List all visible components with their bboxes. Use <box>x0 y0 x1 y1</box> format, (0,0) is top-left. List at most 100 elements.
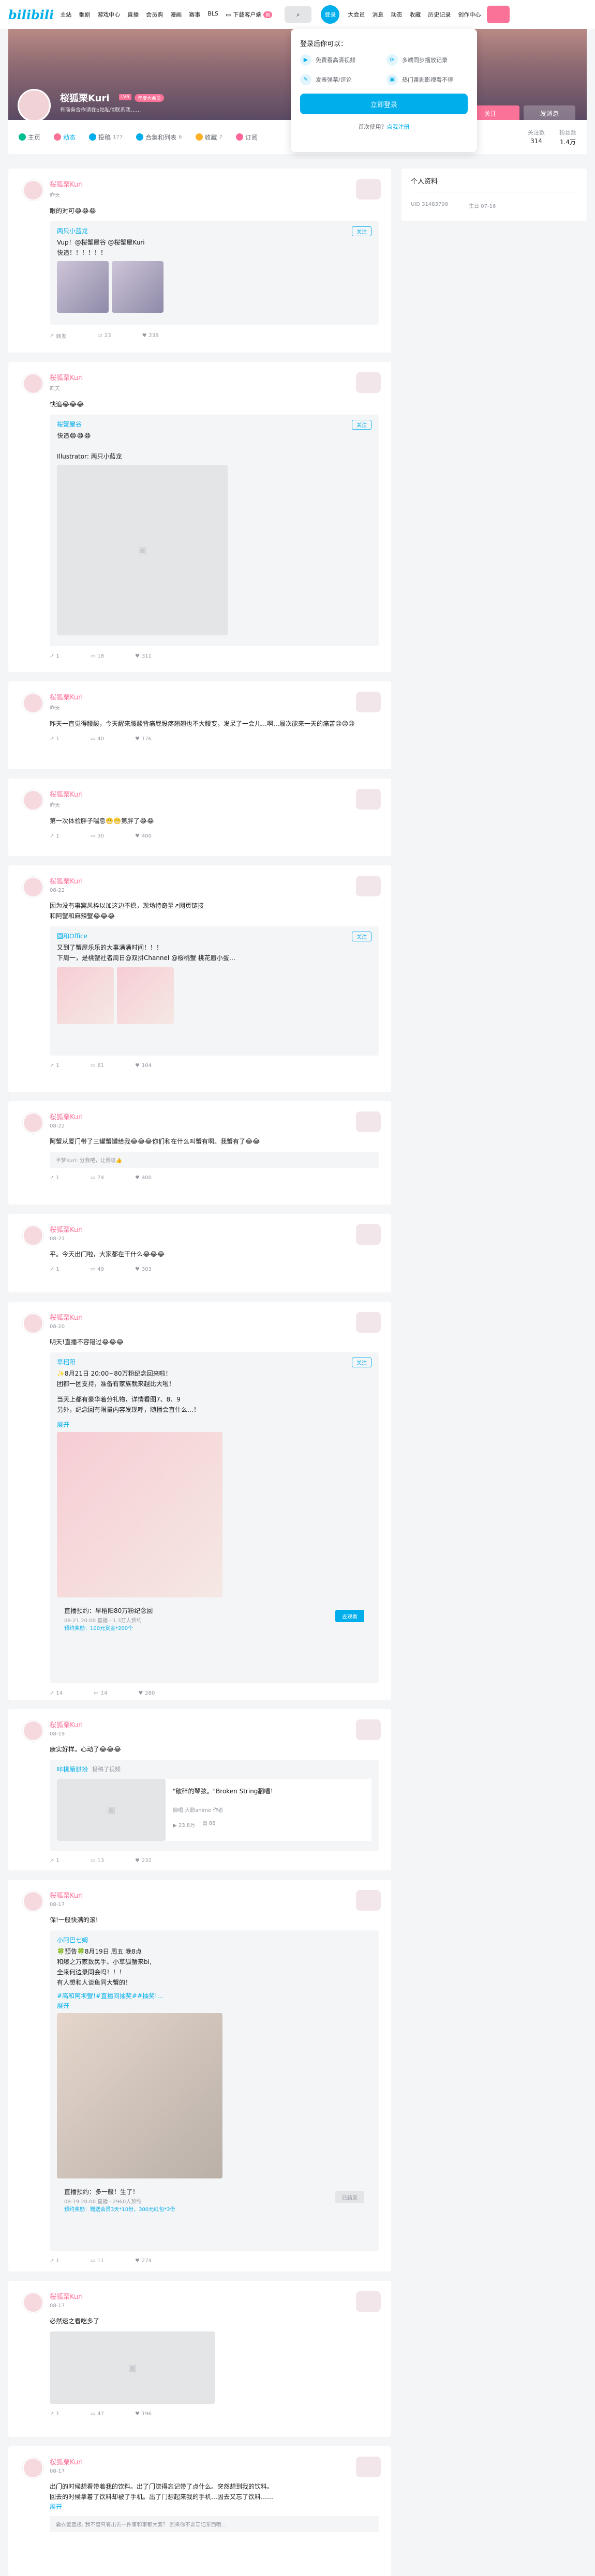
nav-creator-center[interactable]: 创作中心 <box>458 10 481 19</box>
top-comment[interactable]: 半梦Kuri: 分我吧，让我吸👍 <box>50 1152 379 1168</box>
post-author[interactable]: 桜狐栗Kuri <box>50 1111 379 1121</box>
forward-author[interactable]: 早稻阳 <box>57 1358 371 1366</box>
follow-tag[interactable]: 关注 <box>352 420 371 430</box>
bilibili-logo[interactable]: bilibili <box>8 7 54 22</box>
tab-subscriptions[interactable]: 订阅 <box>235 133 258 142</box>
post-image[interactable] <box>57 967 114 1024</box>
comment-button[interactable]: ▭ 30 <box>91 833 104 839</box>
comment-button[interactable]: ▭ 11 <box>91 2258 104 2264</box>
nav-history[interactable]: 历史记录 <box>428 10 451 19</box>
expand-link[interactable]: 展开 <box>50 2502 379 2511</box>
like-button[interactable]: ♥ 400 <box>135 1175 152 1181</box>
like-button[interactable]: ♥ 176 <box>135 736 152 742</box>
comment-button[interactable]: ▭ 40 <box>91 736 104 742</box>
tab-favorites[interactable]: 收藏 7 <box>195 133 222 142</box>
stat-following[interactable]: 关注数 314 <box>528 128 545 146</box>
forward-button[interactable]: ↗ 1 <box>50 2258 60 2264</box>
forward-button[interactable]: ↗ 1 <box>50 653 60 659</box>
nav-item[interactable]: 番剧 <box>79 10 90 19</box>
comment-button[interactable]: ▭ 18 <box>91 653 104 659</box>
nav-item[interactable]: 主站 <box>60 10 71 19</box>
download-client-link[interactable]: ▭ 下载客户端 新 <box>226 10 273 19</box>
image-placeholder[interactable]: ▣ <box>57 465 228 635</box>
post-author[interactable]: 桜狐栗Kuri <box>50 876 379 886</box>
comment-button[interactable]: ▭ 47 <box>91 2411 104 2417</box>
avatar[interactable] <box>23 1720 43 1741</box>
comment-button[interactable]: ▭ 61 <box>91 1063 104 1069</box>
forward-button[interactable]: ↗ 转发 <box>50 332 66 340</box>
post-image[interactable] <box>57 2013 222 2178</box>
login-now-button[interactable]: 立即登录 <box>300 94 468 114</box>
post-image[interactable] <box>117 967 174 1024</box>
comment-button[interactable]: ▭ 74 <box>91 1175 104 1181</box>
forward-button[interactable]: ↗ 1 <box>50 1858 60 1864</box>
nav-item[interactable]: 赛事 <box>189 10 200 19</box>
login-button[interactable]: 登录 <box>321 5 340 24</box>
follow-tag[interactable]: 关注 <box>352 1358 371 1367</box>
forward-author[interactable]: 小阿巴七姆 <box>57 1935 371 1944</box>
post-author[interactable]: 桜狐栗Kuri <box>50 1224 379 1234</box>
avatar[interactable] <box>23 1891 43 1912</box>
forward-author[interactable]: 咔桃蜃怼扮 <box>57 1765 88 1774</box>
comment-button[interactable]: ▭ 14 <box>94 1690 107 1696</box>
like-button[interactable]: ♥ 274 <box>135 2258 152 2264</box>
like-button[interactable]: ♥ 232 <box>135 1858 152 1864</box>
forwarded-post[interactable]: 关注 两只小蓝龙 Vup！@桜蟹屋谷 @桜蟹屋Kuri 快追！！！！！！ <box>50 221 379 325</box>
post-image[interactable] <box>57 1432 222 1597</box>
watch-live-button[interactable]: 去观看 <box>335 1610 364 1622</box>
comment-button[interactable]: ▭ 49 <box>91 1267 104 1272</box>
expand-link[interactable]: 展开 <box>57 2001 371 2010</box>
like-button[interactable]: ♥ 196 <box>135 2411 152 2417</box>
register-link[interactable]: 点我注册 <box>387 124 410 130</box>
post-author[interactable]: 桜狐栗Kuri <box>50 1890 379 1900</box>
post-author[interactable]: 桜狐栗Kuri <box>50 2291 379 2301</box>
forward-hashtags[interactable]: #高和阿坝蟹!#直播间抽奖##抽奖!... <box>57 1991 371 2001</box>
avatar[interactable] <box>18 89 51 122</box>
avatar[interactable] <box>23 373 43 394</box>
follow-tag[interactable]: 关注 <box>352 226 371 236</box>
comment-button[interactable]: ▭ 23 <box>97 332 111 340</box>
post-author[interactable]: 桜狐栗Kuri <box>50 789 379 799</box>
forward-author[interactable]: 两只小蓝龙 <box>57 226 371 235</box>
video-cover[interactable]: ▣ <box>57 1779 166 1841</box>
avatar[interactable] <box>23 790 43 811</box>
comment-button[interactable]: ▭ 13 <box>91 1858 104 1864</box>
top-comment[interactable]: 囊衣蟹蛊极: 我不管只有出去一件事和事都大套？ 回来你不要忘记东西哦… <box>50 2516 379 2532</box>
tab-collections[interactable]: 合集和列表 6 <box>136 133 182 142</box>
tab-posts[interactable]: 投稿 177 <box>89 133 123 142</box>
forward-button[interactable]: ↗ 1 <box>50 1175 60 1181</box>
forward-button[interactable]: ↗ 1 <box>50 1267 60 1272</box>
forward-button[interactable]: ↗ 1 <box>50 736 60 742</box>
nav-item[interactable]: 漫画 <box>170 10 182 19</box>
nav-dynamics[interactable]: 动态 <box>391 10 402 19</box>
post-image[interactable] <box>57 261 109 313</box>
avatar[interactable] <box>23 1112 43 1133</box>
forward-author[interactable]: 桜蟹屋谷 <box>57 420 371 429</box>
tab-dynamics[interactable]: 动态 <box>54 133 76 142</box>
nav-vip[interactable]: 大会员 <box>348 10 365 19</box>
expand-link[interactable]: 展开 <box>57 1420 371 1429</box>
forward-button[interactable]: ↗ 1 <box>50 833 60 839</box>
like-button[interactable]: ♥ 104 <box>135 1063 152 1069</box>
post-image[interactable] <box>112 261 163 313</box>
forward-button[interactable]: ↗ 14 <box>50 1690 63 1696</box>
video-title[interactable]: "破碎的琴弦。"Broken String翻唱！ <box>173 1786 276 1796</box>
nav-item[interactable]: 会员购 <box>146 10 163 19</box>
post-author[interactable]: 桜狐栗Kuri <box>50 372 379 382</box>
tab-home[interactable]: 主页 <box>19 133 40 142</box>
avatar[interactable] <box>23 877 43 897</box>
nav-item[interactable]: BLS <box>207 10 218 19</box>
avatar[interactable] <box>23 2458 43 2478</box>
post-author[interactable]: 桜狐栗Kuri <box>50 692 379 702</box>
nav-item[interactable]: 直播 <box>127 10 139 19</box>
message-button[interactable]: 发消息 <box>524 105 575 121</box>
forward-button[interactable]: ↗ 1 <box>50 2411 60 2417</box>
stat-followers[interactable]: 粉丝数 1.4万 <box>559 128 576 146</box>
like-button[interactable]: ♥ 303 <box>135 1267 152 1272</box>
nav-item[interactable]: 游戏中心 <box>97 10 120 19</box>
live-reservation-card[interactable]: 直播预约：多一般！生了！ 08-19 20:00 直播 · 2960人预约 预约… <box>57 2182 371 2219</box>
avatar[interactable] <box>23 180 43 201</box>
nav-messages[interactable]: 消息 <box>372 10 383 19</box>
like-button[interactable]: ♥ 311 <box>135 653 152 659</box>
avatar[interactable] <box>23 2292 43 2313</box>
